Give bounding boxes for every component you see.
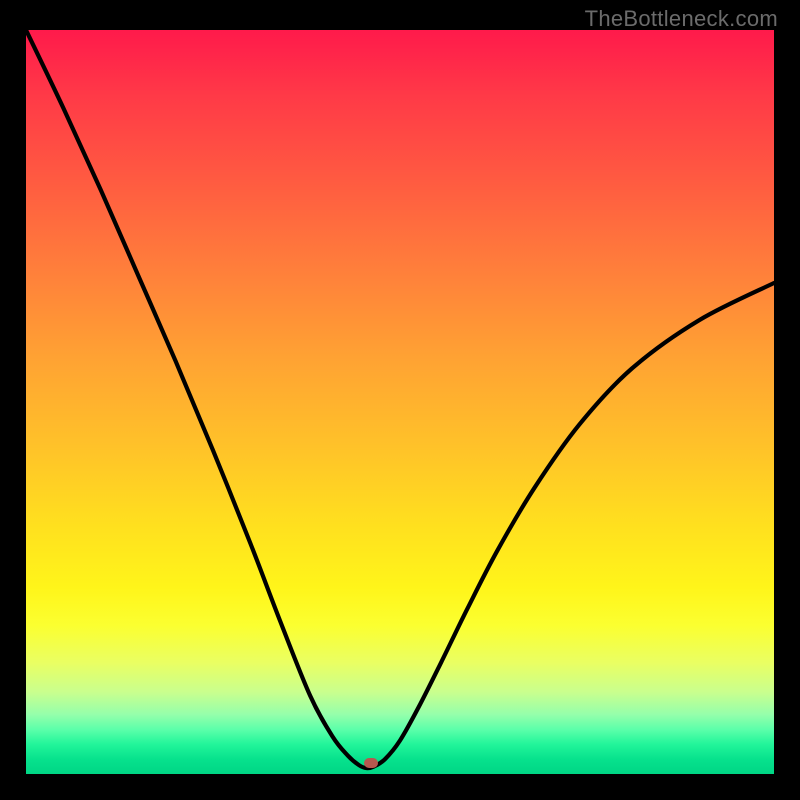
- plot-area: [26, 30, 774, 774]
- watermark-text: TheBottleneck.com: [585, 6, 778, 32]
- min-marker: [364, 758, 378, 768]
- bottleneck-curve: [26, 30, 774, 774]
- chart-frame: TheBottleneck.com: [0, 0, 800, 800]
- curve-path: [26, 30, 774, 768]
